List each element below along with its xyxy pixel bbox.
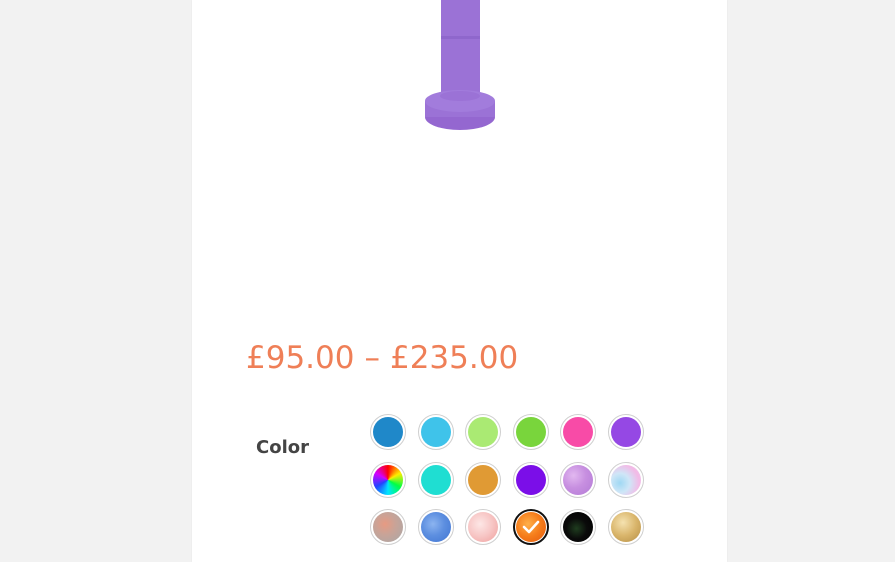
swatch-black-green-marble-icon[interactable] (560, 509, 596, 545)
swatch-fill (373, 417, 403, 447)
price-separator: – (364, 340, 380, 376)
swatch-cotton-candy-marble-icon[interactable] (608, 462, 644, 498)
swatch-fill (421, 417, 451, 447)
swatch-fill (421, 465, 451, 495)
swatch-fill (611, 417, 641, 447)
swatch-pink-marble-icon[interactable] (465, 509, 501, 545)
swatch-sky-blue-icon[interactable] (418, 414, 454, 450)
pipe-stem (441, 0, 480, 98)
swatch-fill (516, 465, 546, 495)
swatch-fill (563, 417, 593, 447)
swatch-turquoise-icon[interactable] (418, 462, 454, 498)
product-card: £95.00– £235.00 Color (192, 0, 727, 562)
swatch-orange-yellow-icon[interactable] (465, 462, 501, 498)
swatch-fill (468, 465, 498, 495)
product-image (425, 0, 495, 130)
swatch-fill (373, 465, 403, 495)
swatch-fill (563, 465, 593, 495)
swatch-gold-icon[interactable] (608, 509, 644, 545)
swatch-orange-marble-icon[interactable] (513, 509, 549, 545)
swatch-fill (468, 417, 498, 447)
price-range: £95.00– £235.00 (246, 340, 518, 376)
price-low: £95.00 (246, 340, 355, 376)
color-label: Color (256, 437, 309, 458)
price-high: £235.00 (389, 340, 519, 376)
swatch-blue-marble-icon[interactable] (418, 509, 454, 545)
swatch-fill (563, 512, 593, 542)
swatch-fill (611, 512, 641, 542)
swatch-fill (611, 465, 641, 495)
swatch-purple-icon[interactable] (608, 414, 644, 450)
swatch-violet-icon[interactable] (513, 462, 549, 498)
swatch-lavender-marble-icon[interactable] (560, 462, 596, 498)
swatch-fill (421, 512, 451, 542)
swatch-light-green-icon[interactable] (465, 414, 501, 450)
swatch-coral-grey-marble-icon[interactable] (370, 509, 406, 545)
swatch-green-icon[interactable] (513, 414, 549, 450)
swatch-fill (373, 512, 403, 542)
swatch-fill (468, 512, 498, 542)
swatch-fill (516, 417, 546, 447)
swatch-rainbow-icon[interactable] (370, 462, 406, 498)
swatch-blue-icon[interactable] (370, 414, 406, 450)
checkmark-icon (515, 511, 547, 543)
swatch-pink-icon[interactable] (560, 414, 596, 450)
